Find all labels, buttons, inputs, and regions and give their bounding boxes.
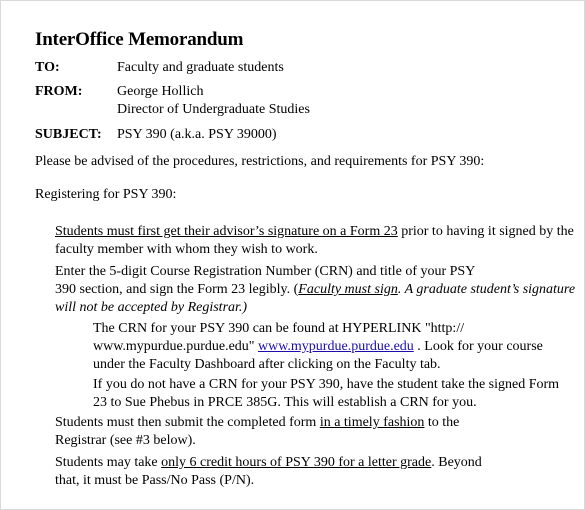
memo-title: InterOffice Memorandum: [35, 29, 244, 50]
mypurdue-link[interactable]: www.mypurdue.purdue.edu: [258, 339, 414, 354]
to-label: TO:: [35, 60, 60, 75]
p4-line2: 23 to Sue Phebus in PRCE 385G. This will…: [93, 395, 477, 410]
paragraph-credit-limit: Students may take only 6 credit hours of…: [55, 454, 482, 490]
p3-line2-start: www.mypurdue.purdue.edu": [93, 339, 258, 354]
paragraph-crn-lookup: The CRN for your PSY 390 can be found at…: [93, 320, 543, 374]
advisor-signature-emphasis: Students must first get their advisor’s …: [55, 224, 398, 239]
from-name: George Hollich: [117, 84, 204, 99]
paragraph-submit-form: Students must then submit the completed …: [55, 414, 459, 450]
p5-line1-start: Students must then submit the completed …: [55, 415, 320, 430]
credit-hours-limit: only 6 credit hours of PSY 390 for a let…: [161, 455, 432, 470]
paragraph-no-crn: If you do not have a CRN for your PSY 39…: [93, 376, 559, 412]
paragraph-advisor-signature: Students must first get their advisor’s …: [55, 223, 574, 259]
p3-line3: under the Faculty Dashboard after clicki…: [93, 357, 441, 372]
intro-text: Please be advised of the procedures, res…: [35, 154, 485, 169]
p2-line2-italic: . A graduate student’s signature: [397, 282, 576, 297]
to-value: Faculty and graduate students: [117, 60, 284, 75]
subject-label: SUBJECT:: [35, 127, 102, 142]
from-label: FROM:: [35, 84, 83, 99]
from-title: Director of Undergraduate Studies: [117, 102, 310, 117]
memo-page: InterOffice Memorandum TO: Faculty and g…: [0, 0, 585, 510]
timely-fashion: in a timely fashion: [319, 415, 425, 430]
paragraph-crn-entry: Enter the 5-digit Course Registration Nu…: [55, 263, 575, 317]
p2-line2-start: 390 section, and sign the Form 23 legibl…: [55, 282, 299, 297]
p3-line1: The CRN for your PSY 390 can be found at…: [93, 321, 465, 336]
subject-value: PSY 390 (a.k.a. PSY 39000): [117, 127, 277, 142]
registering-heading: Registering for PSY 390:: [35, 187, 177, 202]
p5-line1-end: to the: [424, 415, 460, 430]
p4-line1: If you do not have a CRN for your PSY 39…: [93, 377, 560, 392]
p2-line1: Enter the 5-digit Course Registration Nu…: [55, 264, 476, 279]
p2-line3: will not be accepted by Registrar.): [55, 300, 248, 315]
faculty-must-sign: Faculty must sign: [298, 282, 398, 297]
p6-line1-start: Students may take: [55, 455, 162, 470]
p3-line2-end: . Look for your course: [413, 339, 543, 354]
p6-line1-end: . Beyond: [431, 455, 482, 470]
p1-line2: faculty member with whom they wish to wo…: [55, 242, 318, 257]
p1-rest-line1: prior to having it signed by the: [397, 224, 574, 239]
p5-line2: Registrar (see #3 below).: [55, 433, 196, 448]
p6-line2: that, it must be Pass/No Pass (P/N).: [55, 473, 255, 488]
